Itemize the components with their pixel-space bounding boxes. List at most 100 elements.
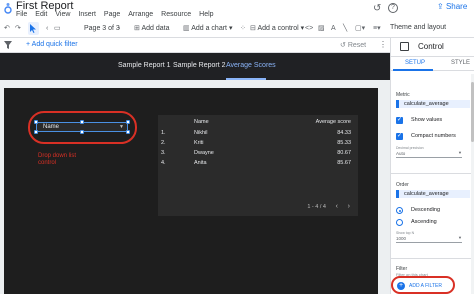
show-top-n-value: 1000 xyxy=(396,236,407,241)
add-data-label: Add data xyxy=(141,25,170,32)
control-icon xyxy=(400,42,409,51)
menu-insert[interactable]: Insert xyxy=(78,11,96,20)
filter-bar: + Add quick filter ↺ Reset ⋮ xyxy=(0,38,390,53)
add-quick-filter-button[interactable]: + Add quick filter xyxy=(26,41,78,48)
add-data-button[interactable]: ⊞ Add data xyxy=(134,23,169,34)
chevron-down-icon: ▼ xyxy=(458,235,462,240)
more-options-icon[interactable]: ⋮ xyxy=(379,40,387,49)
select-tool-icon[interactable] xyxy=(28,22,39,35)
show-top-n-select[interactable]: Show top N 1000 ▼ xyxy=(396,231,462,243)
add-control-button[interactable]: ⊟ Add a control ▾ xyxy=(250,23,304,34)
chevron-down-icon: ▼ xyxy=(458,150,462,155)
ascending-label: Ascending xyxy=(411,219,437,225)
show-top-n-label: Show top N xyxy=(396,231,415,235)
add-control-icon: ⊟ xyxy=(250,25,256,32)
menu-page[interactable]: Page xyxy=(104,11,120,20)
image-icon[interactable]: ▨ xyxy=(318,23,325,34)
row-index: 2. xyxy=(161,140,166,146)
menu-resource[interactable]: Resource xyxy=(161,11,191,20)
row-name: Anita xyxy=(194,160,207,166)
table-row: 4. Anita 85.67 xyxy=(158,160,358,170)
pagination-label: 1 - 4 / 4 xyxy=(307,204,326,210)
chevron-down-icon: ▾ xyxy=(300,25,305,32)
order-chip[interactable]: calculate_average xyxy=(396,190,470,198)
annotation-highlight xyxy=(28,111,137,144)
undo-icon[interactable]: ↶ xyxy=(4,23,10,34)
row-index: 1. xyxy=(161,130,166,136)
add-chart-button[interactable]: ▥ Add a chart ▾ xyxy=(183,23,232,34)
align-icon[interactable]: ≡▾ xyxy=(373,23,381,34)
row-name: Dwayne xyxy=(194,150,214,156)
row-score: 85.33 xyxy=(337,140,351,146)
reset-icon: ↺ xyxy=(340,42,346,49)
decimal-precision-value: Auto xyxy=(396,151,406,156)
table-header: Name Average score xyxy=(158,119,358,129)
panel-title: Control xyxy=(418,42,444,51)
looker-studio-logo-icon xyxy=(4,3,12,14)
column-header-average-score[interactable]: Average score xyxy=(316,119,351,125)
row-index: 4. xyxy=(161,160,166,166)
active-tab-indicator xyxy=(393,69,433,71)
add-chart-label: Add a chart xyxy=(191,25,227,32)
next-page-arrow-icon[interactable]: › xyxy=(118,23,120,34)
radio-unselected-icon xyxy=(396,219,403,226)
decimal-precision-label: Decimal precision xyxy=(396,146,424,150)
theme-and-layout-button[interactable]: Theme and layout xyxy=(390,24,446,31)
tab-setup[interactable]: SETUP xyxy=(405,60,425,66)
chevron-left-icon[interactable]: ‹ xyxy=(336,203,338,210)
filter-icon xyxy=(4,41,12,49)
community-viz-icon[interactable]: ⁘ xyxy=(240,23,246,34)
annotation-text: Drop down list control xyxy=(38,153,77,166)
share-icon: ⇪ xyxy=(437,2,444,11)
section-divider xyxy=(391,258,474,259)
chevron-right-icon[interactable]: › xyxy=(348,203,350,210)
row-score: 85.67 xyxy=(337,160,351,166)
line-icon[interactable]: ╲ xyxy=(343,23,347,34)
page-tab-sample-report-1[interactable]: Sample Report 1 xyxy=(118,62,171,69)
history-icon[interactable]: ↺ xyxy=(373,3,381,14)
theme-layout-bar: Theme and layout xyxy=(390,20,474,38)
help-icon[interactable]: ? xyxy=(388,3,398,13)
reset-button[interactable]: ↺ Reset xyxy=(340,41,366,49)
pages-icon[interactable]: ▭ xyxy=(54,23,61,34)
add-chart-icon: ▥ xyxy=(183,25,190,32)
order-section-label: Order xyxy=(396,182,409,188)
table-row: 3. Dwayne 80.67 xyxy=(158,150,358,160)
metric-chip[interactable]: calculate_average xyxy=(396,100,470,108)
row-name: Kriti xyxy=(194,140,204,146)
average-scores-table[interactable]: Name Average score 1. Nikhil 84.33 2. Kr… xyxy=(158,115,358,216)
menu-edit[interactable]: Edit xyxy=(35,11,47,20)
menu-file[interactable]: File xyxy=(16,11,27,20)
checkbox-checked-icon: ✓ xyxy=(396,133,403,140)
menu-bar: File Edit View Insert Page Arrange Resou… xyxy=(16,11,214,20)
decimal-precision-select[interactable]: Decimal precision Auto ▼ xyxy=(396,146,462,158)
share-button[interactable]: ⇪ Share xyxy=(437,2,467,11)
panel-header: Control xyxy=(391,38,474,57)
row-score: 84.33 xyxy=(337,130,351,136)
page-tab-average-scores[interactable]: Average Scores xyxy=(226,62,276,69)
page-navigation-tabs: Sample Report 1 Sample Report 2 Average … xyxy=(0,53,390,80)
menu-arrange[interactable]: Arrange xyxy=(128,11,153,20)
column-header-name[interactable]: Name xyxy=(194,119,209,125)
show-values-label: Show values xyxy=(411,117,443,123)
menu-help[interactable]: Help xyxy=(199,11,213,20)
redo-icon[interactable]: ↷ xyxy=(15,23,21,34)
active-tab-indicator xyxy=(226,78,266,80)
metric-section-label: Metric xyxy=(396,92,410,98)
prev-page-arrow-icon[interactable]: ‹ xyxy=(46,23,48,34)
properties-panel: Control SETUP STYLE Metric calculate_ave… xyxy=(390,38,474,294)
row-name: Nikhil xyxy=(194,130,208,136)
row-score: 80.67 xyxy=(337,150,351,156)
add-data-icon: ⊞ xyxy=(134,25,140,32)
page-tab-sample-report-2[interactable]: Sample Report 2 xyxy=(173,62,226,69)
shape-icon[interactable]: ▢▾ xyxy=(355,23,365,34)
tab-style[interactable]: STYLE xyxy=(451,60,470,66)
code-embed-icon[interactable]: <> xyxy=(305,23,313,34)
compact-numbers-label: Compact numbers xyxy=(411,133,456,139)
radio-selected-icon xyxy=(396,207,403,214)
text-icon[interactable]: A xyxy=(331,23,336,34)
row-index: 3. xyxy=(161,150,166,156)
table-row: 1. Nikhil 84.33 xyxy=(158,130,358,140)
menu-view[interactable]: View xyxy=(55,11,70,20)
add-control-label: Add a control xyxy=(257,25,299,32)
